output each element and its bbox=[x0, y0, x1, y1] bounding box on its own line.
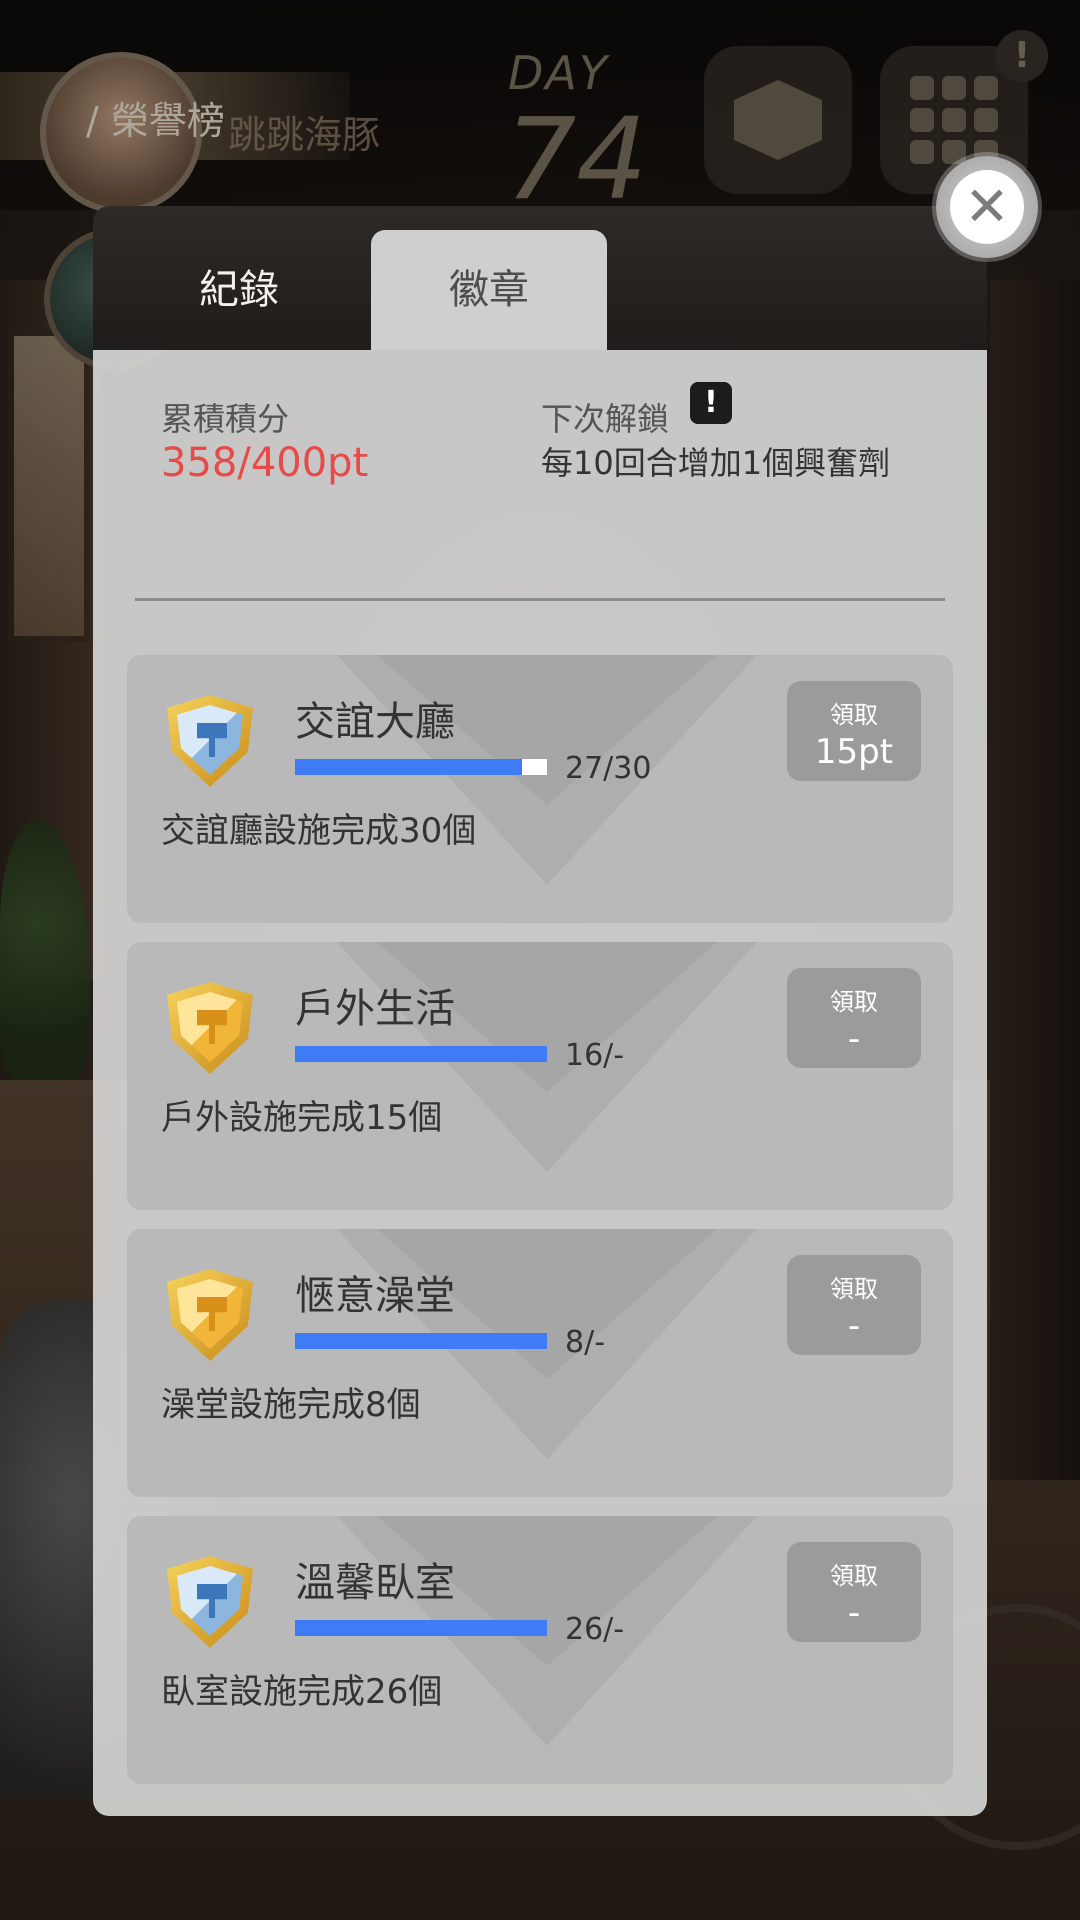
badge-card: 交誼大廳 27/30 交誼廳設施完成30個 領取 15pt bbox=[127, 655, 953, 923]
honor-modal: 紀錄 徽章 累積積分 358/400pt 下次解鎖 ! 每10回合增加1個興奮劑… bbox=[93, 206, 987, 1816]
claim-button[interactable]: 領取 - bbox=[787, 968, 921, 1068]
progress-text: 26/- bbox=[565, 1612, 625, 1647]
claim-value: 15pt bbox=[814, 732, 894, 772]
accumulated-points-label: 累積積分 bbox=[161, 400, 290, 438]
tab-records[interactable]: 紀錄 bbox=[121, 230, 357, 350]
progress-bar bbox=[295, 759, 547, 775]
badge-card: 溫馨臥室 26/- 臥室設施完成26個 領取 - bbox=[127, 1516, 953, 1784]
tab-badges[interactable]: 徽章 bbox=[371, 230, 607, 350]
tab-strip: 紀錄 徽章 bbox=[93, 206, 987, 350]
claim-value: - bbox=[847, 1306, 861, 1346]
claim-label: 領取 bbox=[830, 1275, 878, 1303]
claim-button[interactable]: 領取 15pt bbox=[787, 681, 921, 781]
badge-card: 愜意澡堂 8/- 澡堂設施完成8個 領取 - bbox=[127, 1229, 953, 1497]
badge-description: 戶外設施完成15個 bbox=[161, 1098, 443, 1138]
close-icon: ✕ bbox=[950, 170, 1024, 244]
divider bbox=[135, 598, 945, 601]
claim-label: 領取 bbox=[830, 701, 878, 729]
progress-fill bbox=[295, 1620, 547, 1636]
claim-label: 領取 bbox=[830, 1562, 878, 1590]
progress-text: 27/30 bbox=[565, 751, 652, 786]
progress-bar bbox=[295, 1046, 547, 1062]
accumulated-points-value: 358/400pt bbox=[161, 440, 369, 486]
progress-text: 16/- bbox=[565, 1038, 625, 1073]
next-unlock-label: 下次解鎖 bbox=[541, 400, 670, 438]
badge-description: 澡堂設施完成8個 bbox=[161, 1385, 421, 1425]
badge-description: 臥室設施完成26個 bbox=[161, 1672, 443, 1712]
progress-fill bbox=[295, 1333, 547, 1349]
gold-shield-badge-icon bbox=[167, 1269, 253, 1361]
gold-shield-badge-icon bbox=[167, 982, 253, 1074]
progress-fill bbox=[295, 759, 522, 775]
blue-shield-badge-icon bbox=[167, 695, 253, 787]
close-button[interactable]: ✕ bbox=[936, 156, 1038, 258]
claim-value: - bbox=[847, 1019, 861, 1059]
badge-title: 交誼大廳 bbox=[295, 699, 455, 745]
badge-card: 戶外生活 16/- 戶外設施完成15個 領取 - bbox=[127, 942, 953, 1210]
badge-description: 交誼廳設施完成30個 bbox=[161, 811, 477, 851]
claim-button[interactable]: 領取 - bbox=[787, 1255, 921, 1355]
blue-shield-badge-icon bbox=[167, 1556, 253, 1648]
info-exclamation-icon[interactable]: ! bbox=[690, 382, 732, 424]
progress-bar bbox=[295, 1620, 547, 1636]
badge-title: 愜意澡堂 bbox=[295, 1273, 455, 1319]
progress-bar bbox=[295, 1333, 547, 1349]
next-unlock-text: 每10回合增加1個興奮劑 bbox=[541, 444, 891, 482]
badge-title: 溫馨臥室 bbox=[295, 1560, 455, 1606]
claim-button[interactable]: 領取 - bbox=[787, 1542, 921, 1642]
progress-fill bbox=[295, 1046, 547, 1062]
badges-panel: 累積積分 358/400pt 下次解鎖 ! 每10回合增加1個興奮劑 交誼大廳 … bbox=[93, 350, 987, 1816]
badge-title: 戶外生活 bbox=[295, 986, 455, 1032]
claim-label: 領取 bbox=[830, 988, 878, 1016]
progress-text: 8/- bbox=[565, 1325, 606, 1360]
claim-value: - bbox=[847, 1593, 861, 1633]
